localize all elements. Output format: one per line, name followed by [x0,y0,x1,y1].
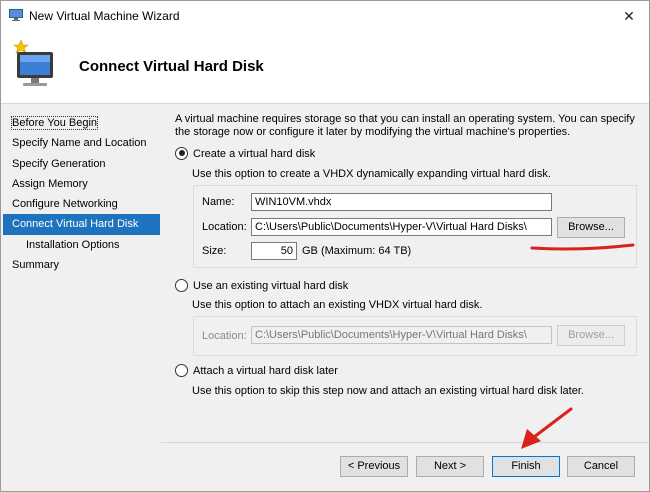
annotation-overlay [521,243,635,449]
red-underline-annotation [530,243,635,251]
wizard-window: New Virtual Machine Wizard ✕ Connect Vir… [0,0,650,492]
red-arrowhead-annotation [521,429,541,449]
red-arrow-annotation [532,407,573,439]
